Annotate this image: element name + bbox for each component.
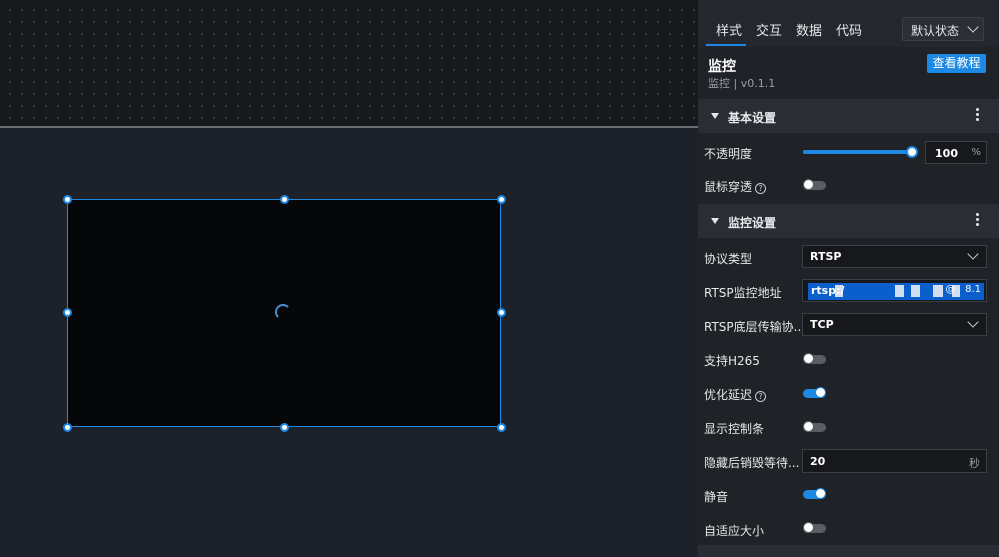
- caret-down-icon: [711, 218, 719, 224]
- destroy-wait-input[interactable]: 20 秒: [802, 449, 987, 473]
- next-section-edge: [698, 545, 999, 557]
- canvas-area[interactable]: [0, 0, 698, 557]
- state-select-value: 默认状态: [911, 24, 960, 38]
- mute-toggle[interactable]: [803, 488, 826, 499]
- protocol-value: RTSP: [810, 250, 842, 263]
- resize-handle-bottom-right[interactable]: [497, 423, 506, 432]
- canvas-dot-grid: [0, 0, 698, 127]
- resize-handle-top[interactable]: [280, 195, 289, 204]
- tab-interaction[interactable]: 交互: [756, 20, 782, 39]
- properties-panel: 样式 交互 数据 代码 默认状态 监控 监控 | v0.1.1 查看教程 基本设…: [698, 0, 999, 557]
- opacity-slider-handle[interactable]: [906, 146, 918, 158]
- rtsp-url-label: RTSP监控地址: [704, 286, 782, 300]
- resize-handle-right[interactable]: [497, 308, 506, 317]
- auto-size-toggle[interactable]: [803, 522, 826, 533]
- show-controls-toggle[interactable]: [803, 421, 826, 432]
- section-title: 基本设置: [728, 111, 777, 125]
- chevron-down-icon: [967, 316, 979, 328]
- opacity-label: 不透明度: [704, 147, 753, 161]
- tab-bar: 样式 交互 数据 代码 默认状态: [698, 0, 999, 47]
- tab-style[interactable]: 样式: [716, 20, 742, 39]
- section-basic-settings[interactable]: 基本设置: [698, 99, 999, 133]
- chevron-down-icon: [967, 21, 979, 33]
- resize-handle-bottom-left[interactable]: [63, 423, 72, 432]
- opacity-slider[interactable]: [803, 150, 913, 154]
- resize-handle-top-right[interactable]: [497, 195, 506, 204]
- more-vertical-icon[interactable]: [974, 212, 980, 230]
- destroy-wait-unit: 秒: [969, 457, 980, 470]
- tab-code[interactable]: 代码: [836, 20, 862, 39]
- mouse-through-label: 鼠标穿透?: [704, 178, 767, 195]
- tab-data[interactable]: 数据: [796, 20, 822, 39]
- show-controls-label: 显示控制条: [704, 422, 765, 436]
- redacted-block: [911, 285, 920, 297]
- rtsp-url-input[interactable]: rtsp:/ @ 8.1: [802, 279, 987, 302]
- transport-select[interactable]: TCP: [802, 313, 987, 336]
- transport-label: RTSP底层传输协...: [704, 320, 806, 334]
- opacity-unit: %: [971, 147, 981, 158]
- protocol-select[interactable]: RTSP: [802, 245, 987, 268]
- help-icon[interactable]: ?: [755, 183, 767, 194]
- h265-label: 支持H265: [704, 354, 760, 368]
- section-monitor-settings[interactable]: 监控设置: [698, 204, 999, 238]
- rtsp-url-tail: @ 8.1: [945, 284, 981, 295]
- resize-handle-top-left[interactable]: [63, 195, 72, 204]
- mute-label: 静音: [704, 490, 729, 504]
- chevron-down-icon: [967, 248, 979, 260]
- section-title: 监控设置: [728, 216, 777, 230]
- mouse-through-text: 鼠标穿透: [704, 180, 753, 194]
- active-tab-indicator: [706, 44, 746, 46]
- auto-size-label: 自适应大小: [704, 524, 765, 538]
- protocol-label: 协议类型: [704, 252, 753, 266]
- opacity-value: 100: [935, 147, 958, 160]
- rtsp-url-value: rtsp:/: [811, 284, 845, 297]
- more-vertical-icon[interactable]: [974, 107, 980, 125]
- optimize-delay-toggle[interactable]: [803, 387, 826, 398]
- component-version: 监控 | v0.1.1: [708, 77, 776, 90]
- state-select[interactable]: 默认状态: [902, 17, 984, 41]
- mouse-through-toggle[interactable]: [803, 179, 826, 190]
- component-title: 监控: [708, 59, 736, 75]
- h265-toggle[interactable]: [803, 353, 826, 364]
- destroy-wait-value: 20: [810, 455, 826, 468]
- view-tutorial-button[interactable]: 查看教程: [927, 54, 986, 73]
- redacted-block: [933, 285, 943, 297]
- resize-handle-left[interactable]: [63, 308, 72, 317]
- opacity-input[interactable]: 100 %: [925, 141, 987, 164]
- editor-root: 样式 交互 数据 代码 默认状态 监控 监控 | v0.1.1 查看教程 基本设…: [0, 0, 999, 557]
- help-icon[interactable]: ?: [755, 391, 767, 402]
- resize-handle-bottom[interactable]: [280, 423, 289, 432]
- optimize-delay-text: 优化延迟: [704, 388, 753, 402]
- loading-spinner-icon: [275, 304, 291, 320]
- destroy-wait-label: 隐藏后销毁等待...: [704, 456, 800, 470]
- redacted-block: [895, 285, 904, 297]
- transport-value: TCP: [810, 318, 834, 331]
- caret-down-icon: [711, 113, 719, 119]
- optimize-delay-label: 优化延迟?: [704, 386, 767, 403]
- canvas-divider: [0, 126, 698, 128]
